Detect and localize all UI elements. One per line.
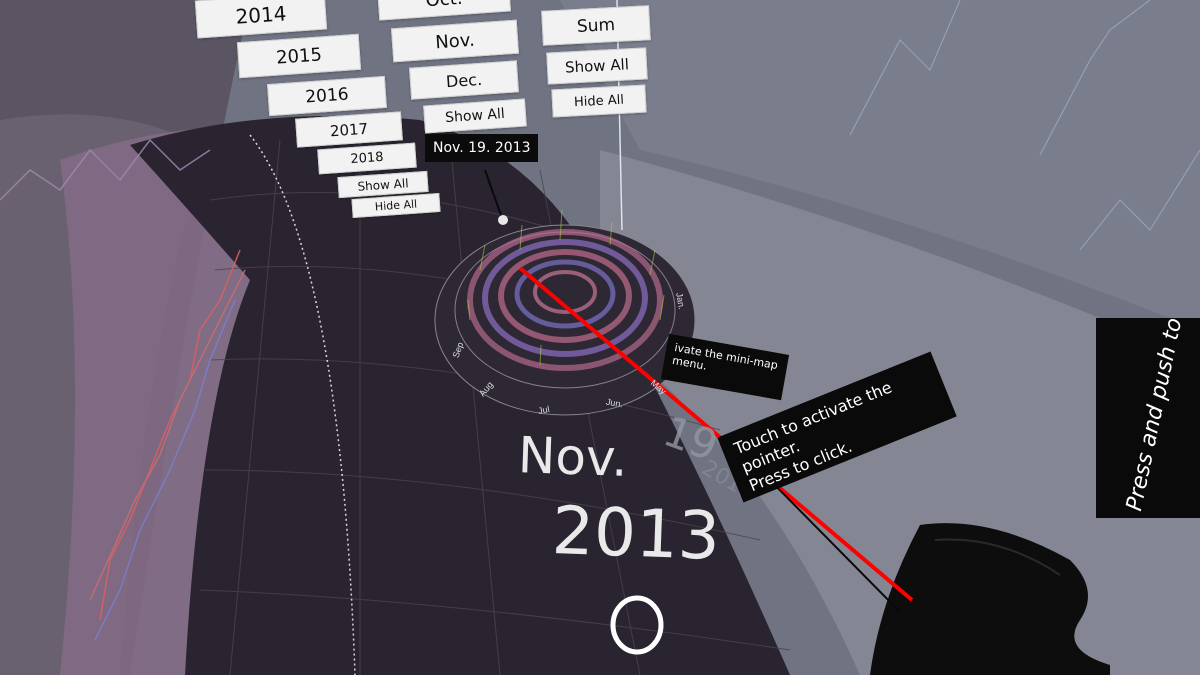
current-year-label: 2013 [550, 492, 722, 575]
teleport-hint-text: Press and push to teleport [1122, 318, 1200, 514]
date-tooltip: Nov. 19. 2013 [425, 134, 539, 162]
series-hide-all-button[interactable]: Hide All [551, 84, 647, 118]
sum-button[interactable]: Sum [541, 5, 651, 46]
teleport-hint-panel: Press and push to teleport [1096, 318, 1200, 518]
current-month-label: Nov. [517, 426, 629, 488]
tooltip-anchor-dot [498, 215, 508, 225]
series-show-all-button[interactable]: Show All [546, 47, 648, 85]
